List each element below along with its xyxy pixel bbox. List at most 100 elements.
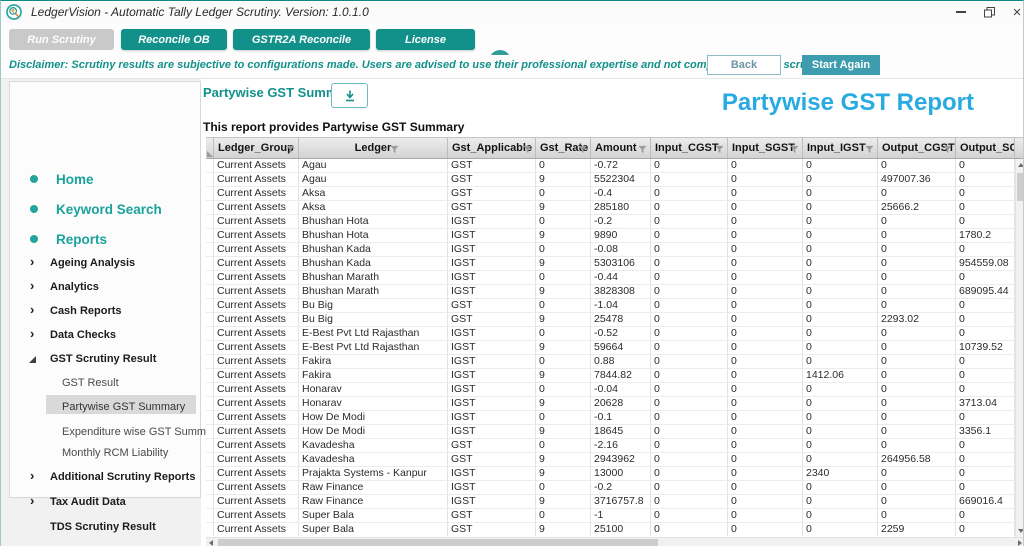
table-cell[interactable]: 0: [803, 215, 878, 229]
table-cell[interactable]: 3713.04: [956, 397, 1015, 411]
table-cell[interactable]: 0: [651, 285, 728, 299]
table-cell[interactable]: 0: [956, 313, 1015, 327]
table-cell[interactable]: Current Assets: [214, 201, 299, 215]
table-cell[interactable]: 2259: [878, 523, 956, 536]
select-all-corner[interactable]: [206, 138, 214, 158]
table-cell[interactable]: 0: [536, 215, 591, 229]
table-cell[interactable]: 0: [728, 411, 803, 425]
table-cell[interactable]: 0: [536, 299, 591, 313]
table-cell[interactable]: 0: [956, 369, 1015, 383]
table-cell[interactable]: Prajakta Systems - Kanpur: [299, 467, 448, 481]
table-cell[interactable]: Current Assets: [214, 453, 299, 467]
table-cell[interactable]: 0: [803, 383, 878, 397]
table-cell[interactable]: 0: [878, 509, 956, 523]
table-cell[interactable]: 954559.08: [956, 257, 1015, 271]
table-cell[interactable]: 25478: [591, 313, 651, 327]
table-cell[interactable]: 0: [803, 187, 878, 201]
table-cell[interactable]: 0: [728, 327, 803, 341]
table-cell[interactable]: 689095.44: [956, 285, 1015, 299]
table-cell[interactable]: 0: [803, 201, 878, 215]
table-cell[interactable]: GST: [448, 173, 536, 187]
table-cell[interactable]: 0.88: [591, 355, 651, 369]
table-cell[interactable]: IGST: [448, 229, 536, 243]
column-header-input-sgst[interactable]: Input_SGST: [728, 138, 803, 158]
table-cell[interactable]: IGST: [448, 327, 536, 341]
table-cell[interactable]: 9: [536, 397, 591, 411]
tree-item-partywise-gst-summary[interactable]: Partywise GST Summary: [10, 395, 200, 416]
table-cell[interactable]: 0: [728, 271, 803, 285]
table-cell[interactable]: 0: [803, 285, 878, 299]
table-cell[interactable]: 0: [956, 271, 1015, 285]
table-row[interactable]: Current Assets Honarav IGST 0 -0.04 0 0 0 0 0: [206, 383, 1015, 397]
table-cell[interactable]: Honarav: [299, 397, 448, 411]
table-cell[interactable]: How De Modi: [299, 411, 448, 425]
table-cell[interactable]: IGST: [448, 467, 536, 481]
restore-button[interactable]: [975, 1, 1003, 23]
table-cell[interactable]: 3356.1: [956, 425, 1015, 439]
table-cell[interactable]: 0: [651, 173, 728, 187]
table-cell[interactable]: 0: [728, 509, 803, 523]
table-cell[interactable]: Raw Finance: [299, 481, 448, 495]
tree-item-expenditure-wise-gst-summary[interactable]: Expenditure wise GST Summary: [10, 423, 221, 441]
table-cell[interactable]: Current Assets: [214, 369, 299, 383]
table-row[interactable]: Current Assets Agau GST 0 -0.72 0 0 0 0 0: [206, 159, 1015, 173]
table-cell[interactable]: 0: [956, 453, 1015, 467]
table-cell[interactable]: 0: [651, 481, 728, 495]
table-cell[interactable]: 9: [536, 467, 591, 481]
table-cell[interactable]: 0: [803, 341, 878, 355]
table-cell[interactable]: 0: [803, 411, 878, 425]
table-cell[interactable]: 0: [651, 355, 728, 369]
gstr2a-reconcile-button[interactable]: GSTR2A Reconcile: [233, 29, 370, 50]
close-button[interactable]: ×: [1003, 1, 1023, 23]
table-cell[interactable]: 0: [878, 271, 956, 285]
table-cell[interactable]: -1.04: [591, 299, 651, 313]
table-cell[interactable]: Current Assets: [214, 495, 299, 509]
table-cell[interactable]: 0: [878, 243, 956, 257]
table-cell[interactable]: E-Best Pvt Ltd Rajasthan: [299, 327, 448, 341]
table-cell[interactable]: IGST: [448, 369, 536, 383]
table-cell[interactable]: 0: [878, 299, 956, 313]
table-cell[interactable]: 9: [536, 453, 591, 467]
table-cell[interactable]: 0: [651, 425, 728, 439]
column-header-gst-applicable[interactable]: Gst_Applicable: [448, 138, 536, 158]
table-cell[interactable]: IGST: [448, 481, 536, 495]
table-cell[interactable]: 0: [878, 467, 956, 481]
column-header-output-cgst[interactable]: Output_CGST: [878, 138, 956, 158]
table-cell[interactable]: 0: [803, 229, 878, 243]
table-cell[interactable]: IGST: [448, 271, 536, 285]
table-cell[interactable]: 0: [803, 523, 878, 536]
filter-icon[interactable]: [523, 145, 532, 154]
table-cell[interactable]: 0: [956, 509, 1015, 523]
table-cell[interactable]: Raw Finance: [299, 495, 448, 509]
table-cell[interactable]: 0: [536, 271, 591, 285]
table-cell[interactable]: 0: [536, 481, 591, 495]
table-cell[interactable]: 0: [878, 439, 956, 453]
table-cell[interactable]: 0: [728, 299, 803, 313]
table-cell[interactable]: GST: [448, 453, 536, 467]
table-cell[interactable]: -0.52: [591, 327, 651, 341]
table-cell[interactable]: 0: [536, 411, 591, 425]
table-cell[interactable]: 0: [878, 229, 956, 243]
table-cell[interactable]: IGST: [448, 341, 536, 355]
table-cell[interactable]: 0: [956, 243, 1015, 257]
table-row[interactable]: Current Assets Fakira IGST 0 0.88 0 0 0 0 0: [206, 355, 1015, 369]
table-cell[interactable]: 0: [878, 187, 956, 201]
table-cell[interactable]: 25100: [591, 523, 651, 536]
table-cell[interactable]: 0: [651, 327, 728, 341]
table-cell[interactable]: GST: [448, 201, 536, 215]
table-cell[interactable]: Current Assets: [214, 355, 299, 369]
table-cell[interactable]: 0: [536, 187, 591, 201]
table-cell[interactable]: Bu Big: [299, 299, 448, 313]
table-cell[interactable]: 0: [728, 397, 803, 411]
table-cell[interactable]: Aksa: [299, 187, 448, 201]
table-cell[interactable]: Current Assets: [214, 425, 299, 439]
table-cell[interactable]: Agau: [299, 159, 448, 173]
table-cell[interactable]: 0: [878, 215, 956, 229]
tree-item-analytics[interactable]: › Analytics: [10, 278, 200, 296]
column-header-amount[interactable]: Amount: [591, 138, 651, 158]
table-cell[interactable]: 0: [536, 439, 591, 453]
table-cell[interactable]: Super Bala: [299, 523, 448, 536]
table-cell[interactable]: 9: [536, 173, 591, 187]
table-cell[interactable]: 0: [728, 243, 803, 257]
table-cell[interactable]: 0: [956, 201, 1015, 215]
